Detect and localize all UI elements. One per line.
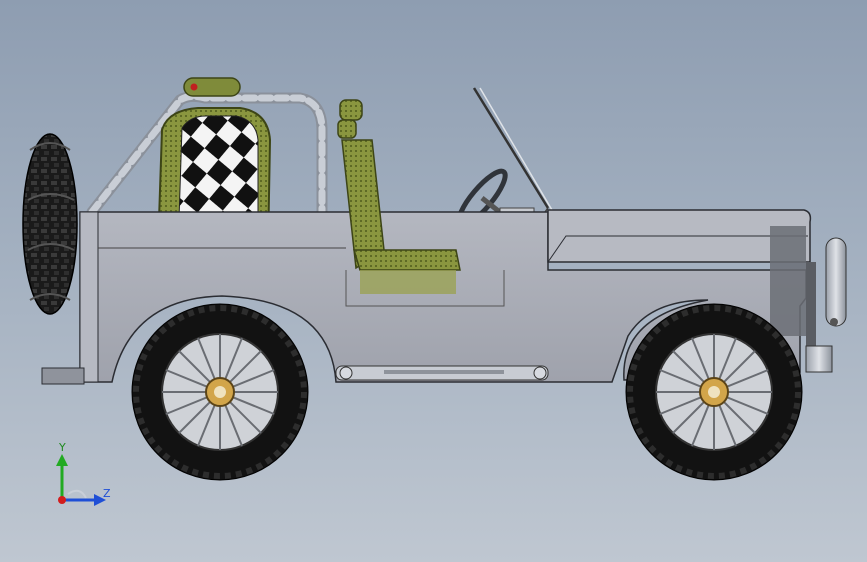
y-axis-label: Y [58, 441, 66, 454]
front-wheel [625, 303, 803, 481]
xy-plane-arc [67, 489, 87, 499]
spare-tire [22, 133, 78, 315]
side-step [335, 365, 549, 381]
graphics-viewport[interactable]: Y Z [0, 0, 867, 562]
origin-dot [58, 496, 66, 504]
rear-wheel [131, 303, 309, 481]
z-axis-label: Z [103, 487, 111, 500]
jeep-model[interactable] [0, 0, 867, 562]
coordinate-triad: Y Z [56, 441, 111, 506]
y-axis-arrow [56, 454, 68, 466]
